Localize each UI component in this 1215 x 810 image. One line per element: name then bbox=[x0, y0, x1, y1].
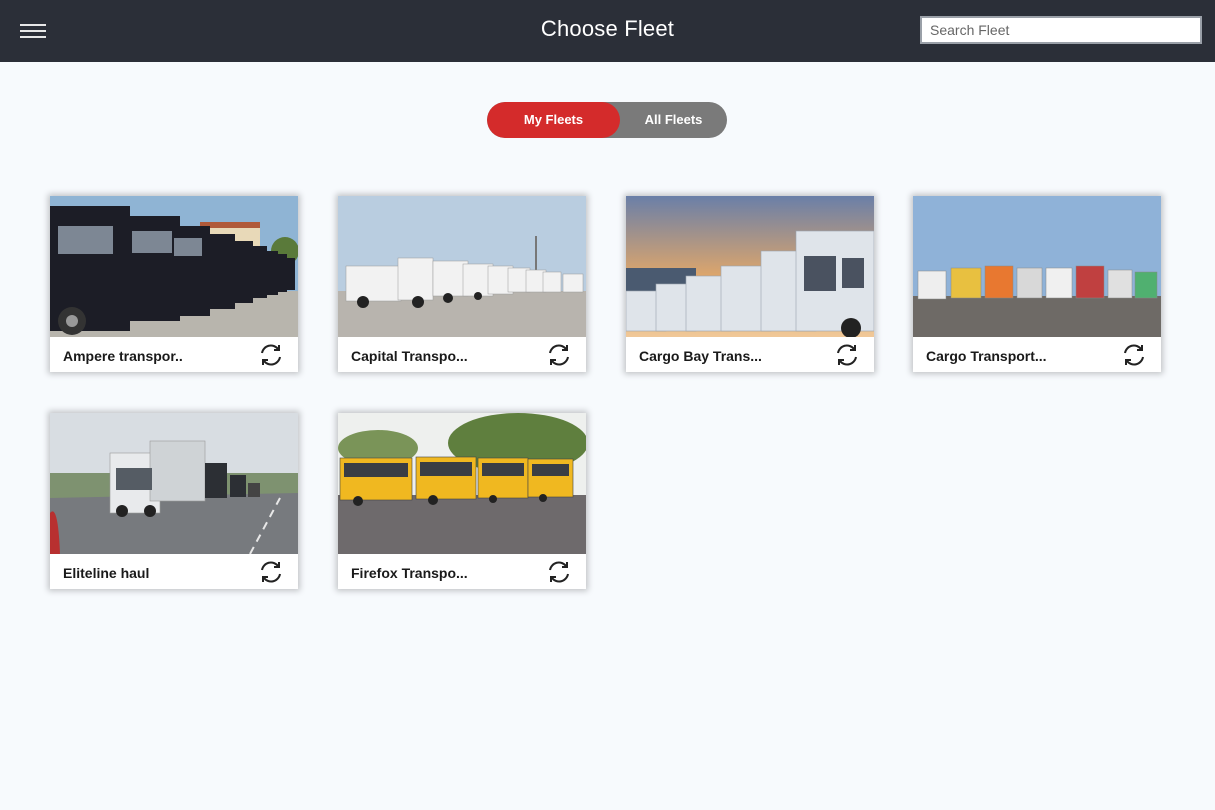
fleet-name: Capital Transpo... bbox=[351, 348, 468, 364]
fleet-name: Eliteline haul bbox=[63, 565, 150, 581]
fleet-image bbox=[338, 196, 586, 337]
sync-icon[interactable] bbox=[258, 559, 284, 585]
fleet-image bbox=[50, 413, 298, 554]
sync-icon[interactable] bbox=[1121, 342, 1147, 368]
fleet-image bbox=[913, 196, 1161, 337]
fleet-name: Firefox Transpo... bbox=[351, 565, 468, 581]
my-fleets-tab[interactable]: My Fleets bbox=[487, 102, 620, 138]
sync-icon[interactable] bbox=[546, 559, 572, 585]
sync-icon[interactable] bbox=[546, 342, 572, 368]
fleet-image bbox=[338, 413, 586, 554]
fleet-card[interactable]: Cargo Transport... bbox=[913, 196, 1161, 372]
fleet-card[interactable]: Ampere transpor.. bbox=[50, 196, 298, 372]
all-fleets-tab[interactable]: All Fleets bbox=[620, 102, 727, 138]
fleet-card[interactable]: Firefox Transpo... bbox=[338, 413, 586, 589]
fleet-name: Cargo Transport... bbox=[926, 348, 1047, 364]
fleet-name: Ampere transpor.. bbox=[63, 348, 183, 364]
fleet-card[interactable]: Eliteline haul bbox=[50, 413, 298, 589]
fleet-image bbox=[626, 196, 874, 337]
top-bar: Choose Fleet bbox=[0, 0, 1215, 62]
fleet-toggle: My Fleets All Fleets bbox=[487, 102, 727, 138]
sync-icon[interactable] bbox=[258, 342, 284, 368]
fleet-card[interactable]: Cargo Bay Trans... bbox=[626, 196, 874, 372]
fleet-name: Cargo Bay Trans... bbox=[639, 348, 762, 364]
fleet-image bbox=[50, 196, 298, 337]
sync-icon[interactable] bbox=[834, 342, 860, 368]
fleet-card[interactable]: Capital Transpo... bbox=[338, 196, 586, 372]
search-input[interactable] bbox=[920, 16, 1202, 44]
